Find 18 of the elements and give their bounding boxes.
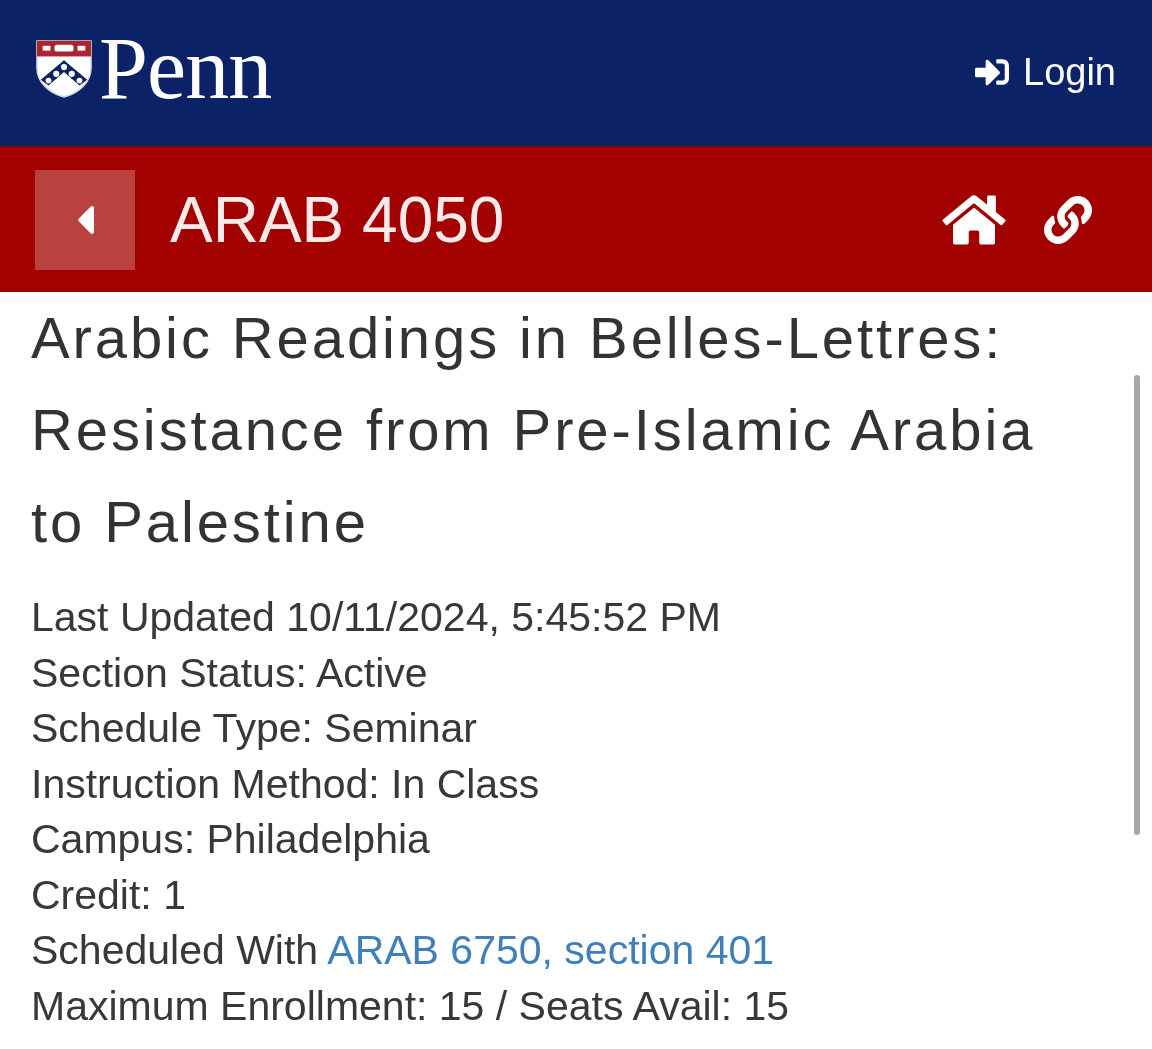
detail-text: Section Status: Active	[31, 648, 429, 698]
back-button[interactable]	[35, 170, 135, 270]
shield-logo-icon	[35, 39, 93, 99]
link-button[interactable]	[1044, 196, 1092, 244]
scrollbar[interactable]	[1134, 375, 1140, 835]
detail-text: Schedule Type: Seminar	[31, 704, 478, 753]
login-button[interactable]: Login	[973, 50, 1116, 94]
link-icon	[1044, 196, 1092, 244]
detail-text: Instruction Method: In Class	[31, 759, 541, 809]
section-link[interactable]: ARAB 6750, section 401	[327, 927, 775, 973]
detail-text: Maximum Enrollment: 15 / Seats Avail: 15	[31, 981, 791, 1031]
detail-text: Credit: 1	[31, 870, 187, 920]
detail-text: Campus: Philadelphia	[31, 815, 431, 864]
course-title: Arabic Readings in Belles-Lettres: Resistance from Pre-Islamic Arabia to Palestine	[31, 304, 1037, 556]
penn-logo-text: Penn	[99, 24, 272, 114]
detail-text: Scheduled With ARAB 6750, section 401	[31, 926, 776, 975]
course-code: ARAB 4050	[170, 185, 505, 255]
detail-text: Last Updated 10/11/2024, 5:45:52 PM	[31, 593, 722, 642]
